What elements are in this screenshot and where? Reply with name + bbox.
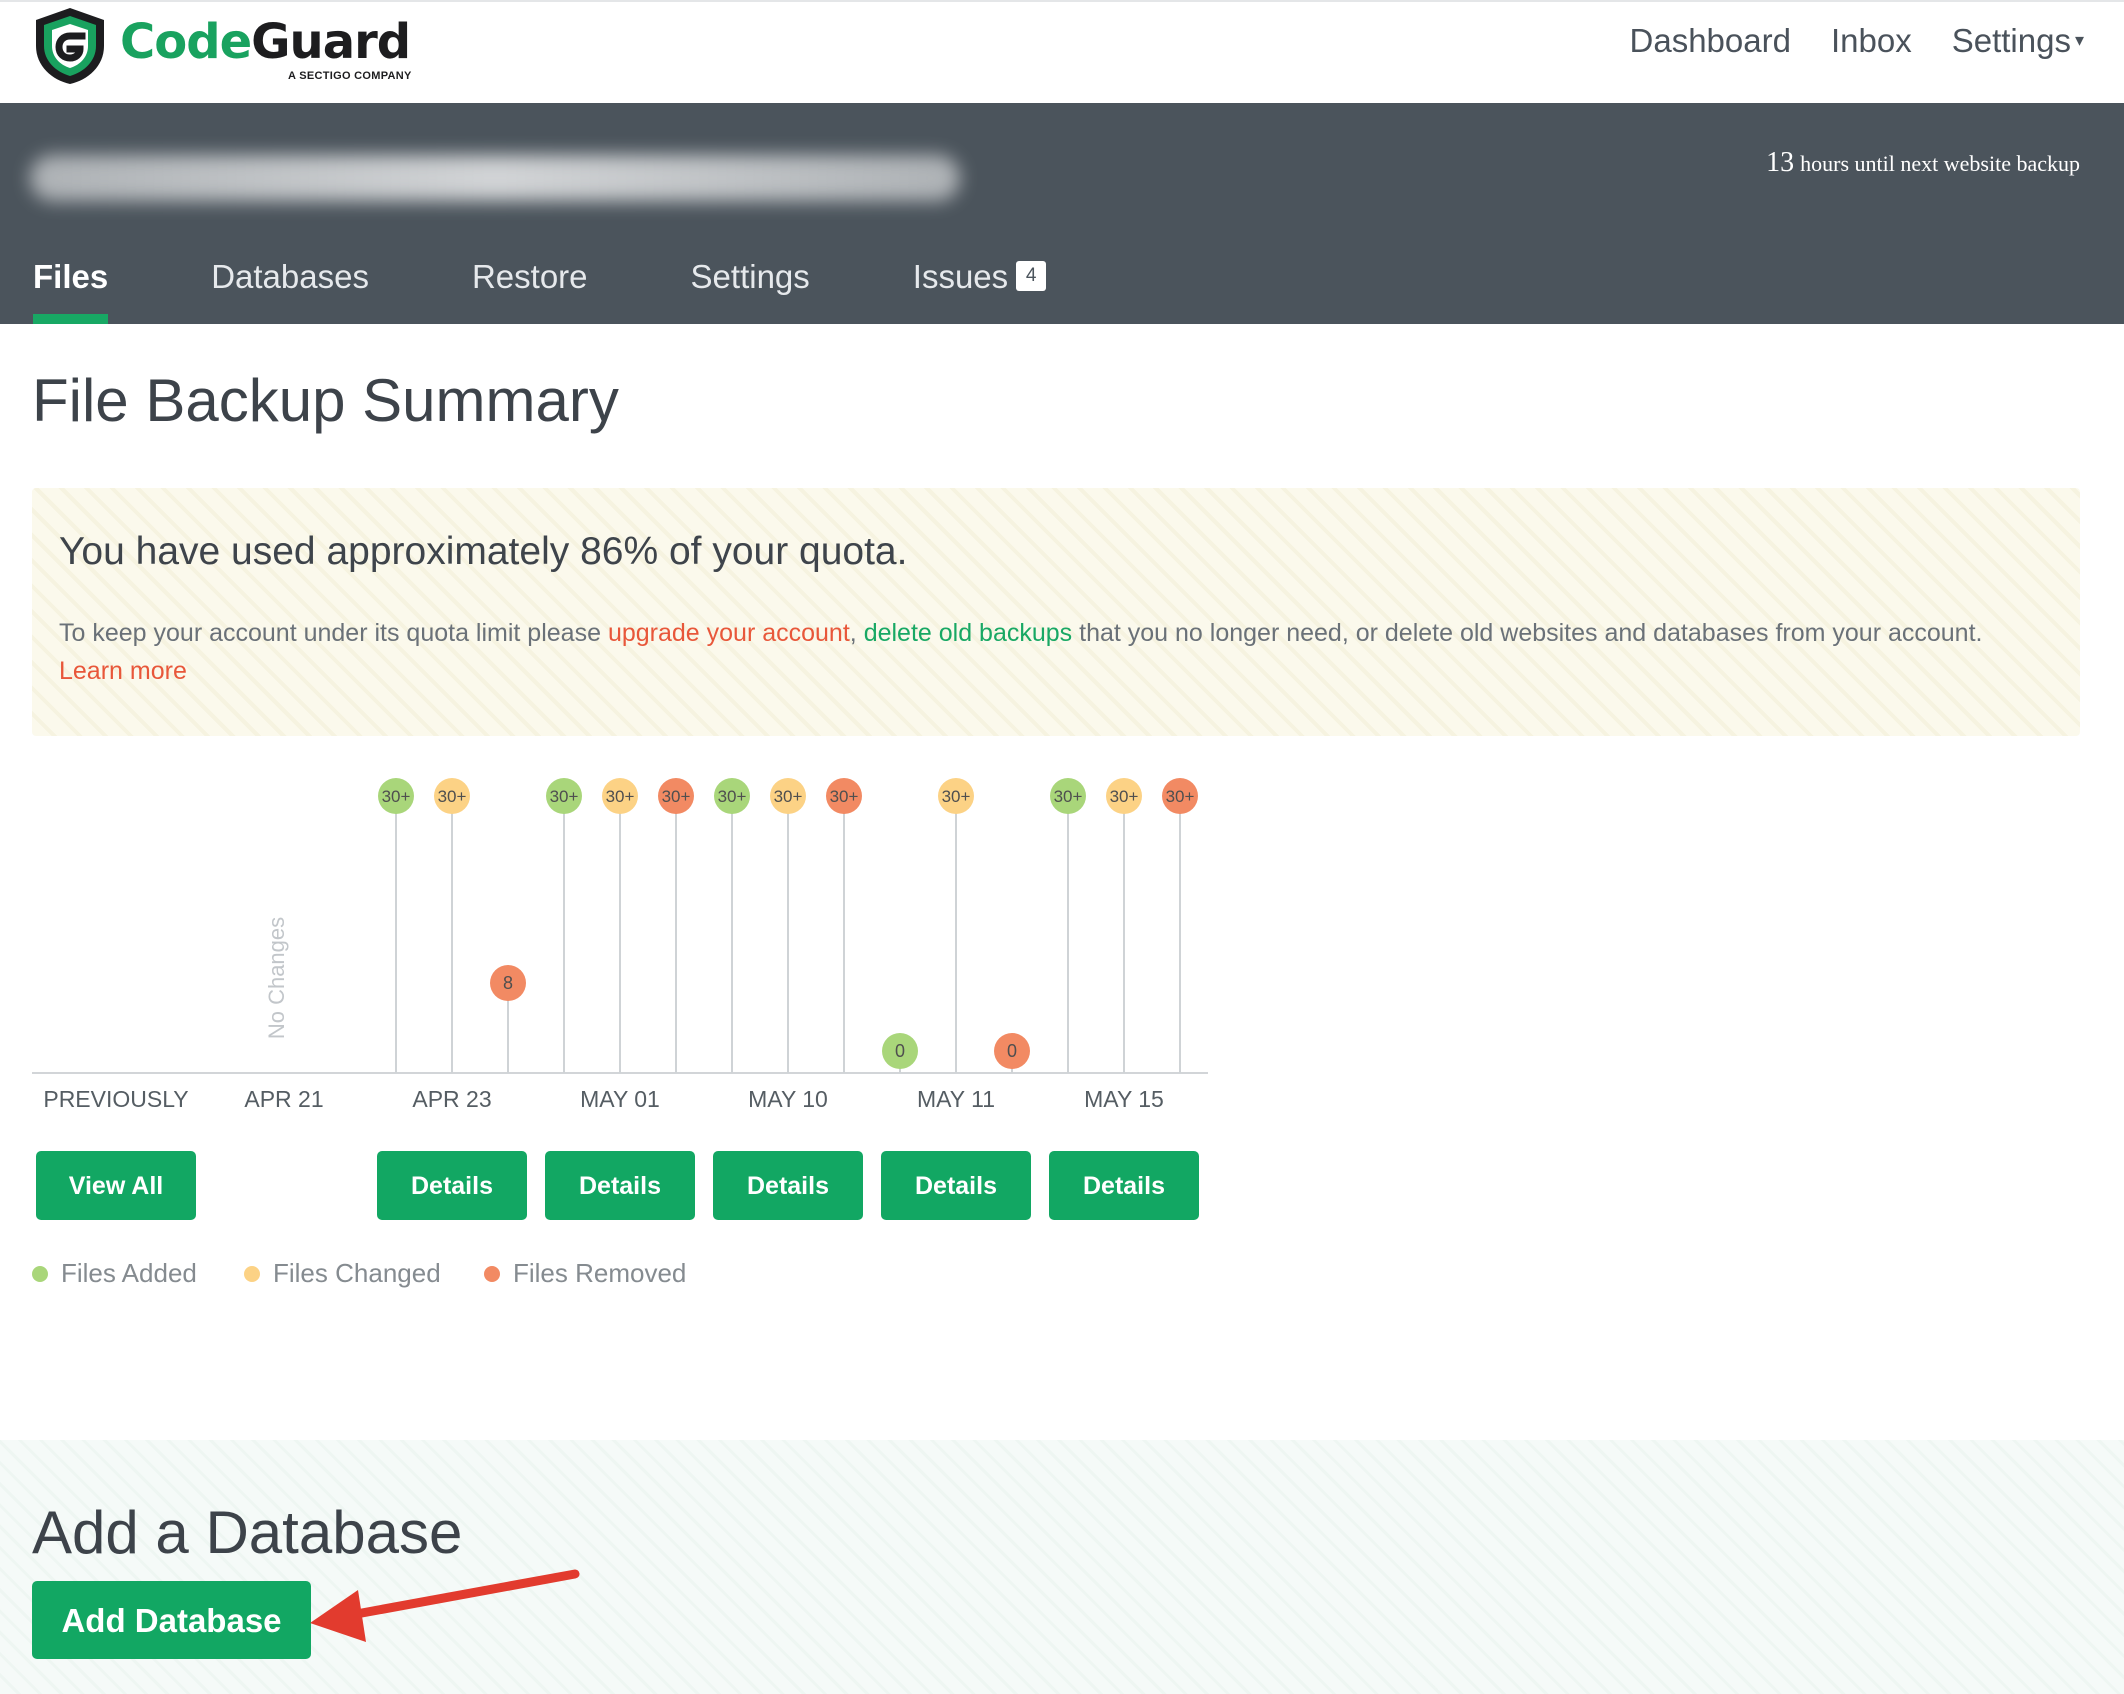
point-label-may-15-added: 30+ (1054, 787, 1083, 806)
page-title: File Backup Summary (32, 367, 619, 434)
point-label-may-01-removed: 30+ (662, 787, 691, 806)
point-label-may-10-changed: 30+ (774, 787, 803, 806)
site-url-blurred (30, 155, 960, 201)
legend-dot-changed (244, 1265, 260, 1282)
legend-files-added: Files Added (32, 1258, 197, 1289)
quota-text-2: , (849, 619, 864, 647)
logo-word-code: Code (120, 14, 252, 70)
nav-dashboard[interactable]: Dashboard (1630, 22, 1791, 60)
delete-old-backups-link[interactable]: delete old backups (864, 619, 1072, 647)
xaxis-label-may01: MAY 01 (580, 1086, 660, 1112)
point-label-apr-23-changed: 30+ (438, 787, 467, 806)
nav-settings[interactable]: Settings ▾ (1952, 22, 2084, 60)
countdown-text: hours until next website backup (1800, 151, 2080, 176)
nav-settings-label: Settings (1951, 22, 2071, 59)
quota-title: You have used approximately 86% of your … (59, 530, 908, 573)
countdown-hours: 13 (1766, 147, 1795, 178)
caret-down-icon: ▾ (2074, 30, 2084, 50)
point-label-may-01-added: 30+ (550, 787, 579, 806)
issues-count-badge: 4 (1016, 261, 1047, 292)
legend-label-added: Files Added (61, 1258, 197, 1288)
logo-tagline: A SECTIGO COMPANY (288, 70, 412, 82)
quota-warning-panel: You have used approximately 86% of your … (32, 488, 2080, 736)
legend-dot-removed (484, 1265, 500, 1282)
legend-dot-added (32, 1265, 48, 1282)
site-tabs: Files Databases Restore Settings Issues 4 (0, 232, 1116, 324)
tab-settings[interactable]: Settings (691, 232, 810, 324)
logo-word-guard: Guard (251, 14, 411, 70)
tab-databases[interactable]: Databases (211, 232, 369, 324)
point-label-may-15-changed: 30+ (1110, 787, 1139, 806)
learn-more-link[interactable]: Learn more (59, 657, 187, 685)
legend-files-changed: Files Changed (244, 1258, 441, 1289)
point-label-may-11-changed: 30+ (942, 787, 971, 806)
point-label-may-11-removed: 0 (1007, 1041, 1017, 1061)
timeline-chart-svg: No Changes 30+ 30+ 8 30+ 30+ 30+ 30+ 30+ 30+ 0 30+ 0… (32, 778, 1208, 1074)
point-label-may-10-removed: 30+ (830, 787, 859, 806)
point-label-apr-23-added: 30+ (382, 787, 411, 806)
quota-text-3: that you no longer need, or delete old w… (1072, 619, 1983, 647)
no-changes-label: No Changes (264, 917, 289, 1039)
point-label-may-15-removed: 30+ (1166, 787, 1195, 806)
annotation-arrow-icon (310, 1569, 580, 1642)
quota-message: To keep your account under its quota lim… (59, 614, 2049, 690)
site-header: 13 hours until next website backup Files … (0, 103, 2124, 324)
xaxis-label-previously: PREVIOUSLY (43, 1086, 189, 1112)
top-navigation: Dashboard Inbox Settings ▾ (1590, 22, 2084, 60)
point-label-apr-23-removed: 8 (503, 973, 513, 993)
add-database-button[interactable]: Add Database (32, 1581, 311, 1659)
point-label-may-10-added: 30+ (718, 787, 747, 806)
details-button-may10[interactable]: Details (713, 1151, 863, 1220)
view-all-button[interactable]: View All (36, 1151, 196, 1220)
logo-wordmark: CodeGuard (120, 14, 411, 70)
details-button-may15[interactable]: Details (1049, 1151, 1199, 1220)
xaxis-label-apr23: APR 23 (412, 1086, 492, 1112)
point-label-may-11-added: 0 (895, 1041, 905, 1061)
legend-label-changed: Files Changed (273, 1258, 441, 1288)
xaxis-label-apr21: APR 21 (244, 1086, 324, 1112)
tab-issues-label: Issues (912, 258, 1009, 295)
xaxis-label-may10: MAY 10 (748, 1086, 828, 1112)
backup-countdown: 13 hours until next website backup (1766, 147, 2080, 179)
upgrade-account-link[interactable]: upgrade your account (608, 619, 850, 647)
legend-files-removed: Files Removed (484, 1258, 686, 1289)
details-button-may01[interactable]: Details (545, 1151, 695, 1220)
quota-text-1: To keep your account under its quota lim… (59, 619, 608, 647)
shield-logo-icon (36, 8, 104, 84)
tab-issues[interactable]: Issues 4 (912, 232, 1047, 324)
nav-inbox[interactable]: Inbox (1831, 22, 1912, 60)
xaxis-label-may15: MAY 15 (1084, 1086, 1164, 1112)
top-navbar: CodeGuard A SECTIGO COMPANY Dashboard In… (0, 0, 2124, 103)
add-database-title: Add a Database (32, 1499, 463, 1566)
point-label-may-01-changed: 30+ (606, 787, 635, 806)
file-backup-timeline-chart: No Changes 30+ 30+ 8 30+ 30+ 30+ 30+ 30+ 30+ 0 30+ 0… (32, 760, 1210, 1130)
details-button-may11[interactable]: Details (881, 1151, 1031, 1220)
xaxis-label-may11: MAY 11 (917, 1086, 995, 1112)
tab-restore[interactable]: Restore (472, 232, 588, 324)
tab-files[interactable]: Files (33, 232, 109, 324)
legend-label-removed: Files Removed (513, 1258, 687, 1288)
details-button-apr23[interactable]: Details (377, 1151, 527, 1220)
